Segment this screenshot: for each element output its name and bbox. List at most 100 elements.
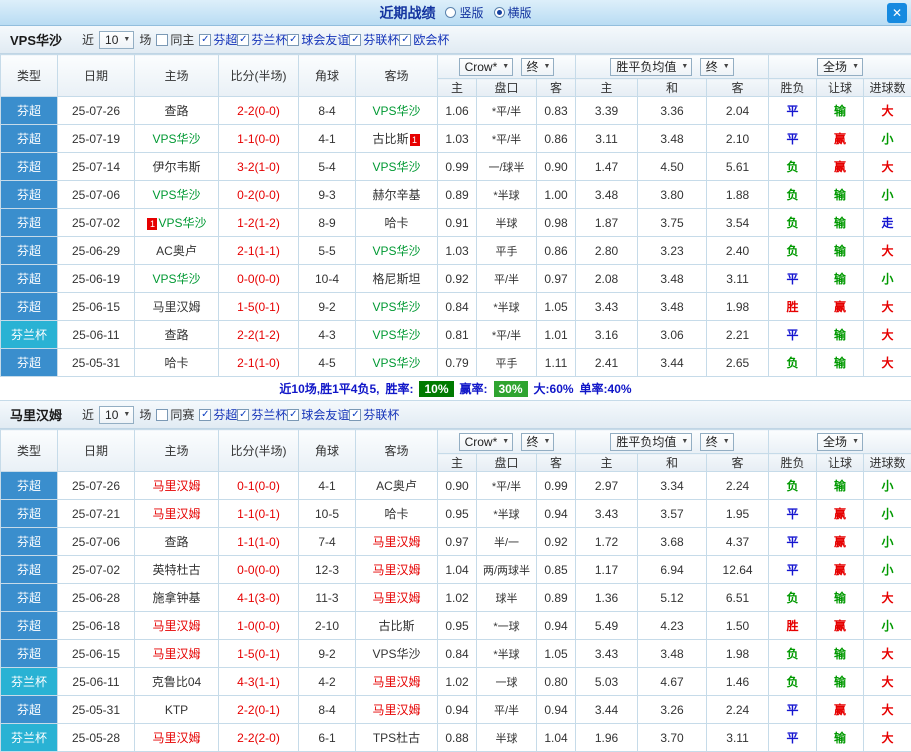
match-date: 25-06-15 [57,639,135,668]
col-header-date: 日期 [57,429,135,472]
match-row: 芬超 25-07-02 1 VPS华沙 1-2(1-2) 8-9 哈卡 0.91 … [0,208,911,237]
league-filter-checkbox[interactable]: ✓ 芬兰杯 [237,31,287,48]
ah-home-odds: 1.03 [437,236,477,265]
away-team-cell: 马里汉姆 [355,667,438,696]
chevron-down-icon: ▼ [123,411,131,418]
europe-time-value: 终 [705,435,718,449]
europe-time-select[interactable]: 终 ▼ [699,432,734,451]
result-handicap: 输 [816,96,865,125]
away-team-name: TPS杜古 [372,731,421,745]
layout-horizontal-radio[interactable]: 横版 [493,4,532,21]
layout-vertical-radio[interactable]: 竖版 [445,4,484,21]
red-card-badge: 1 [147,217,158,230]
result-wdl: 平 [768,723,818,752]
ah-line: 平手 [476,348,537,377]
league-type-cell: 芬超 [0,583,58,612]
league-filter-checkbox[interactable]: ✓ 球会友谊 [287,406,349,423]
single-rate-text: 单率:40% [579,382,632,396]
europe-odds-select[interactable]: 胜平负均值 ▼ [610,432,693,451]
match-row: 芬超 25-07-26 查路 2-2(0-0) 8-4 VPS华沙 1.06 *… [0,96,911,125]
away-team-cell: VPS华沙 [355,96,438,125]
ah-away-odds: 0.94 [535,695,577,724]
match-count-select[interactable]: 10 ▼ [99,405,135,424]
same-condition-checkbox[interactable]: 同主 [156,31,194,48]
eu-away-odds: 2.10 [706,124,770,153]
league-filter-checkbox[interactable]: ✓ 芬超 [199,406,237,423]
ah-home-odds: 0.99 [437,152,477,181]
recent-matches-table: 类型 日期 主场 比分(半场) 角球 客场 Crow* ▼ 终 ▼ 胜平负均值 … [0,429,911,752]
match-date: 25-07-19 [57,124,135,153]
away-team-cell: VPS华沙 [355,348,438,377]
ah-line: *半球 [476,292,537,321]
eu-away-odds: 2.65 [706,348,770,377]
odds-company-select[interactable]: Crow* ▼ [458,432,514,451]
radio-unselected-icon [445,7,457,18]
eu-away-odds: 1.88 [706,180,770,209]
eu-home-odds: 3.43 [575,499,639,528]
home-team-cell: 克鲁比04 [134,667,219,696]
match-scope-select[interactable]: 全场 ▼ [817,432,863,451]
ah-line: *半球 [476,639,537,668]
corner-score: 6-1 [298,723,356,752]
home-team-name: 查路 [164,535,189,549]
col-header-away: 客场 [355,429,438,472]
odds-time-select[interactable]: 终 ▼ [520,432,555,451]
league-type-cell: 芬超 [0,292,58,321]
subcol-eu-away: 客 [706,78,770,97]
europe-time-select[interactable]: 终 ▼ [699,57,734,76]
match-score: 2-2(0-1) [218,695,299,724]
summary-text: 近10场,胜1平4负5, [279,382,380,396]
away-team-name: VPS华沙 [372,244,421,258]
corner-score: 9-2 [298,639,356,668]
eu-away-odds: 4.37 [706,527,770,556]
match-score: 1-5(0-1) [218,639,299,668]
away-team-cell: VPS华沙 [355,292,438,321]
match-score: 1-1(0-0) [218,124,299,153]
match-date: 25-07-26 [57,96,135,125]
league-type-cell: 芬超 [0,639,58,668]
away-team-cell: VPS华沙 [355,320,438,349]
result-goals: 小 [863,180,911,209]
home-team-cell: VPS华沙 [134,180,219,209]
league-filter-checkbox[interactable]: ✓ 球会友谊 [287,31,349,48]
home-team-cell: 马里汉姆 [134,499,219,528]
home-team-cell: VPS华沙 [134,124,219,153]
home-team-name: VPS华沙 [158,216,207,230]
home-team-cell: 马里汉姆 [134,639,219,668]
dialog-title: 近期战绩 [379,4,436,21]
away-team-cell: 马里汉姆 [355,695,438,724]
league-filter-checkbox[interactable]: ✓ 芬兰杯 [237,406,287,423]
subcol-ah-home: 主 [437,453,477,472]
away-team-cell: 古比斯 [355,611,438,640]
match-count-select[interactable]: 10 ▼ [99,30,135,49]
match-row: 芬超 25-07-21 马里汉姆 1-1(0-1) 10-5 哈卡 0.95 *… [0,499,911,528]
match-scope-select[interactable]: 全场 ▼ [817,57,863,76]
match-count-value: 10 [105,32,119,47]
eu-home-odds: 3.43 [575,292,639,321]
odds-company-select[interactable]: Crow* ▼ [458,57,514,76]
result-goals: 走 [863,208,911,237]
europe-odds-group-header: 胜平负均值 ▼ 终 ▼ [575,54,770,79]
corner-score: 7-4 [298,527,356,556]
same-condition-checkbox[interactable]: 同赛 [156,406,194,423]
eu-draw-odds: 3.57 [637,499,708,528]
league-filter-checkbox[interactable]: ✓ 欧会杯 [399,31,449,48]
ah-away-odds: 0.94 [535,499,577,528]
europe-odds-select[interactable]: 胜平负均值 ▼ [610,57,693,76]
result-handicap: 赢 [816,611,865,640]
odds-time-select[interactable]: 终 ▼ [520,57,555,76]
result-wdl: 负 [768,208,818,237]
result-wdl: 平 [768,527,818,556]
eu-draw-odds: 3.06 [637,320,708,349]
away-team-cell: TPS杜古 [355,723,438,752]
league-filter-checkbox[interactable]: ✓ 芬联杯 [349,406,399,423]
league-filter-checkbox[interactable]: ✓ 芬联杯 [349,31,399,48]
league-filter-checkbox[interactable]: ✓ 芬超 [199,31,237,48]
league-type-cell: 芬超 [0,236,58,265]
subcol-handicap-result: 让球 [816,453,865,472]
close-button[interactable]: ✕ [887,3,907,23]
result-group-header: 全场 ▼ [768,429,911,454]
eu-home-odds: 3.11 [575,124,639,153]
ah-line: *平/半 [476,471,537,500]
radio-selected-icon [493,7,505,18]
